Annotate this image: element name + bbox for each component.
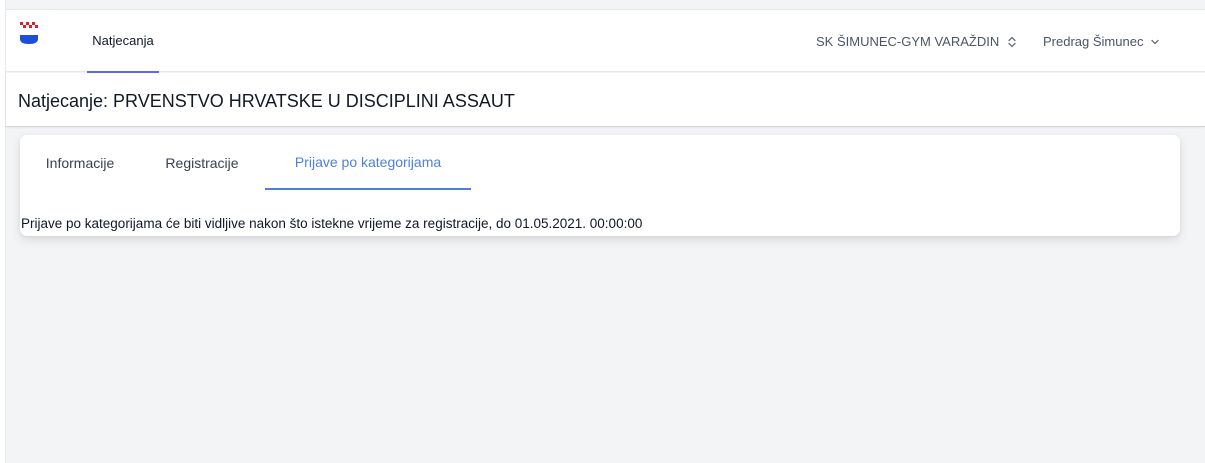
nav-link-label: Natjecanja bbox=[92, 33, 154, 48]
user-menu[interactable]: Predrag Šimunec bbox=[1043, 10, 1160, 73]
page-title: Natjecanje: PRVENSTVO HRVATSKE U DISCIPL… bbox=[18, 91, 515, 111]
club-select[interactable]: SK ŠIMUNEC-GYM VARAŽDIN bbox=[816, 10, 1017, 73]
tab-bar: Informacije Registracije Prijave po kate… bbox=[20, 135, 1180, 190]
page-header: Natjecanje: PRVENSTVO HRVATSKE U DISCIPL… bbox=[6, 73, 1205, 127]
tab-informacije[interactable]: Informacije bbox=[24, 135, 136, 190]
club-select-label: SK ŠIMUNEC-GYM VARAŽDIN bbox=[816, 34, 1000, 49]
tab-label: Prijave po kategorijama bbox=[294, 153, 442, 170]
top-navbar: Natjecanja SK ŠIMUNEC-GYM VARAŽDIN Predr… bbox=[6, 9, 1205, 73]
nav-link-natjecanja[interactable]: Natjecanja bbox=[87, 10, 159, 73]
chevron-down-icon bbox=[1151, 39, 1160, 44]
tab-registracije[interactable]: Registracije bbox=[146, 135, 258, 190]
top-strip bbox=[0, 0, 1205, 8]
tab-label: Registracije bbox=[165, 154, 239, 171]
competition-card: Informacije Registracije Prijave po kate… bbox=[20, 135, 1180, 236]
chevron-up-down-icon bbox=[1008, 36, 1016, 47]
tab-label: Informacije bbox=[45, 154, 115, 171]
tab-prijave-po-kategorijama[interactable]: Prijave po kategorijama bbox=[265, 135, 471, 190]
user-name: Predrag Šimunec bbox=[1043, 34, 1144, 49]
registration-notice: Prijave po kategorijama će biti vidljive… bbox=[21, 216, 643, 231]
croatian-coat-of-arms-icon[interactable] bbox=[20, 22, 38, 44]
